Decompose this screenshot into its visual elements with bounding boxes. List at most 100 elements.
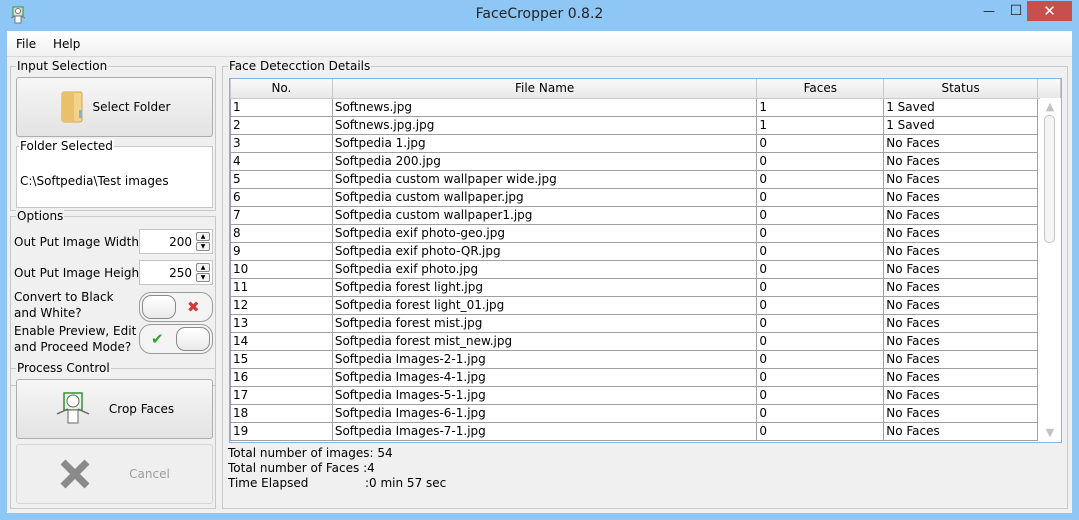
- cancel-label: Cancel: [129, 467, 170, 481]
- results-table[interactable]: No. File Name Faces Status 1 Softnews.jpg 1 1 …: [229, 78, 1062, 443]
- file-name: Softnews.jpg.jpg: [331, 115, 758, 135]
- scroll-thumb[interactable]: [1044, 115, 1055, 243]
- row-number: 17: [230, 385, 333, 405]
- row-number: 10: [230, 259, 333, 279]
- file-name: Softpedia forest light_01.jpg: [331, 295, 758, 315]
- file-name: Softpedia Images-7-1.jpg: [331, 421, 758, 441]
- row-number: 5: [230, 169, 333, 189]
- menu-file[interactable]: File: [16, 37, 36, 51]
- row-number: 9: [230, 241, 333, 261]
- vertical-scrollbar[interactable]: ▲ ▼: [1040, 98, 1061, 442]
- process-control-label: Process Control: [16, 361, 111, 375]
- row-number: 18: [230, 403, 333, 423]
- table-row[interactable]: 15 Softpedia Images-2-1.jpg 0 No Faces: [230, 349, 1061, 369]
- table-row[interactable]: 13 Softpedia forest mist.jpg 0 No Faces: [230, 313, 1061, 333]
- spin-up-icon[interactable]: ▲: [196, 263, 210, 272]
- main-window: File Help Input Selection Select Folder …: [7, 31, 1072, 513]
- file-name: Softnews.jpg: [331, 97, 758, 117]
- table-row[interactable]: 2 Softnews.jpg.jpg 1 1 Saved: [230, 115, 1061, 135]
- file-name: Softpedia Images-5-1.jpg: [331, 385, 758, 405]
- table-row[interactable]: 17 Softpedia Images-5-1.jpg 0 No Faces: [230, 385, 1061, 405]
- window-title: FaceCropper 0.8.2: [475, 6, 604, 22]
- table-row[interactable]: 8 Softpedia exif photo-geo.jpg 0 No Faces: [230, 223, 1061, 243]
- row-number: 6: [230, 187, 333, 207]
- maximize-button[interactable]: ☐: [1002, 1, 1030, 21]
- file-name: Softpedia exif photo-geo.jpg: [331, 223, 758, 243]
- height-spinbox[interactable]: 250 ▲ ▼: [139, 260, 213, 285]
- status: No Faces: [883, 403, 1039, 423]
- status: No Faces: [883, 385, 1039, 405]
- row-number: 14: [230, 331, 333, 351]
- row-number: 15: [230, 349, 333, 369]
- spin-down-icon[interactable]: ▼: [196, 273, 210, 282]
- select-folder-button[interactable]: Select Folder: [16, 77, 213, 137]
- table-row[interactable]: 1 Softnews.jpg 1 1 Saved: [230, 97, 1061, 117]
- column-header-file-name[interactable]: File Name: [331, 79, 758, 99]
- spin-down-icon[interactable]: ▼: [196, 242, 210, 251]
- table-row[interactable]: 7 Softpedia custom wallpaper1.jpg 0 No Face…: [230, 205, 1061, 225]
- status: No Faces: [883, 151, 1039, 171]
- column-header-status[interactable]: Status: [883, 79, 1039, 99]
- file-name: Softpedia Images-2-1.jpg: [331, 349, 758, 369]
- table-row[interactable]: 11 Softpedia forest light.jpg 0 No Faces: [230, 277, 1061, 297]
- folder-selected-group: Folder Selected C:\Softpedia\Test images: [16, 139, 213, 208]
- table-row[interactable]: 3 Softpedia 1.jpg 0 No Faces: [230, 133, 1061, 153]
- input-selection-group: Input Selection Select Folder Folder Sel…: [10, 59, 216, 211]
- file-name: Softpedia Images-4-1.jpg: [331, 367, 758, 387]
- table-row[interactable]: 4 Softpedia 200.jpg 0 No Faces: [230, 151, 1061, 171]
- row-number: 11: [230, 277, 333, 297]
- cancel-button[interactable]: Cancel: [16, 444, 213, 504]
- close-button[interactable]: ✕: [1027, 1, 1072, 21]
- face-count: 0: [756, 151, 885, 171]
- table-row[interactable]: 6 Softpedia custom wallpaper.jpg 0 No Faces: [230, 187, 1061, 207]
- table-row[interactable]: 14 Softpedia forest mist_new.jpg 0 No Faces: [230, 331, 1061, 351]
- minimize-button[interactable]: —: [975, 1, 1003, 21]
- folder-icon: [61, 91, 83, 123]
- crop-faces-button[interactable]: Crop Faces: [16, 379, 213, 439]
- column-header-no[interactable]: No.: [230, 79, 333, 99]
- width-spinbox[interactable]: 200 ▲ ▼: [139, 229, 213, 254]
- column-header-faces[interactable]: Faces: [756, 79, 885, 99]
- face-count: 1: [756, 97, 885, 117]
- row-number: 13: [230, 313, 333, 333]
- status: No Faces: [883, 187, 1039, 207]
- table-row[interactable]: 10 Softpedia exif photo.jpg 0 No Faces: [230, 259, 1061, 279]
- status: No Faces: [883, 223, 1039, 243]
- scroll-down-icon[interactable]: ▼: [1043, 426, 1057, 440]
- results-grid: No. File Name Faces Status 1 Softnews.jpg 1 1 …: [230, 79, 1061, 441]
- table-row[interactable]: 19 Softpedia Images-7-1.jpg 0 No Faces: [230, 421, 1061, 441]
- file-name: Softpedia forest mist.jpg: [331, 313, 758, 333]
- status: No Faces: [883, 277, 1039, 297]
- spin-up-icon[interactable]: ▲: [196, 232, 210, 241]
- table-row[interactable]: 12 Softpedia forest light_01.jpg 0 No Faces: [230, 295, 1061, 315]
- cross-icon: ✖: [187, 298, 200, 316]
- status: 1 Saved: [883, 115, 1039, 135]
- table-row[interactable]: 5 Softpedia custom wallpaper wide.jpg 0 No …: [230, 169, 1061, 189]
- face-count: 0: [756, 241, 885, 261]
- file-name: Softpedia custom wallpaper.jpg: [331, 187, 758, 207]
- face-count: 0: [756, 277, 885, 297]
- menu-help[interactable]: Help: [53, 37, 80, 51]
- status: No Faces: [883, 259, 1039, 279]
- face-count: 0: [756, 313, 885, 333]
- face-count: 0: [756, 205, 885, 225]
- face-count: 0: [756, 133, 885, 153]
- face-crop-icon: [56, 392, 90, 424]
- cancel-x-icon: [60, 459, 90, 489]
- bw-toggle[interactable]: ✖: [139, 292, 213, 322]
- minimize-icon: —: [983, 4, 995, 18]
- file-name: Softpedia Images-6-1.jpg: [331, 403, 758, 423]
- face-count: 0: [756, 421, 885, 441]
- height-value: 250: [169, 266, 192, 280]
- file-name: Softpedia exif photo.jpg: [331, 259, 758, 279]
- face-count: 1: [756, 115, 885, 135]
- preview-label: Enable Preview, Edit and Proceed Mode?: [14, 324, 137, 354]
- status: 1 Saved: [883, 97, 1039, 117]
- row-number: 3: [230, 133, 333, 153]
- table-row[interactable]: 16 Softpedia Images-4-1.jpg 0 No Faces: [230, 367, 1061, 387]
- table-row[interactable]: 9 Softpedia exif photo-QR.jpg 0 No Faces: [230, 241, 1061, 261]
- preview-toggle[interactable]: ✔: [139, 324, 213, 354]
- table-row[interactable]: 18 Softpedia Images-6-1.jpg 0 No Faces: [230, 403, 1061, 423]
- scroll-up-icon[interactable]: ▲: [1043, 100, 1057, 114]
- status: No Faces: [883, 241, 1039, 261]
